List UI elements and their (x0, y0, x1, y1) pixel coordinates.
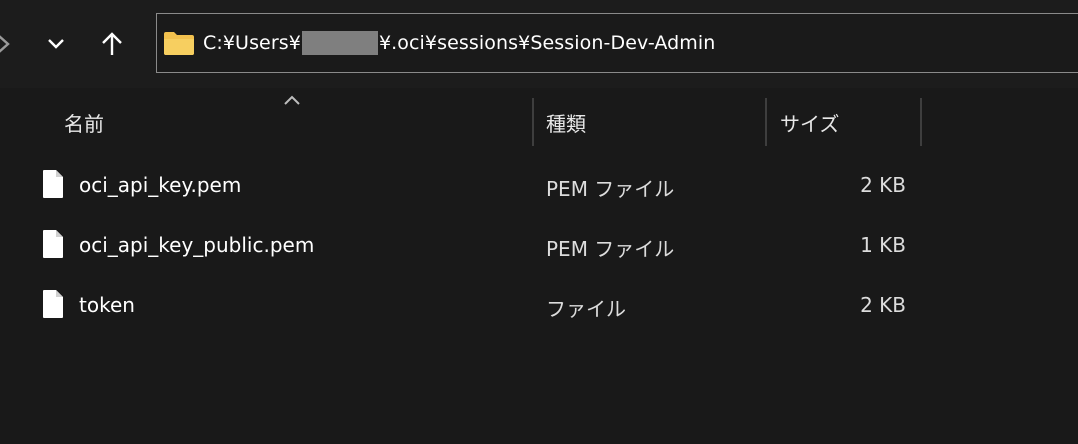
chevron-down-icon (48, 39, 64, 49)
arrow-up-icon (102, 32, 122, 55)
column-header-type[interactable]: 種類 (546, 108, 586, 137)
path-prefix: C:¥Users¥ (203, 32, 301, 54)
path-suffix: ¥.oci¥sessions¥Session-Dev-Admin (378, 32, 716, 54)
file-row[interactable]: oci_api_key.pem PEM ファイル 2 KB (0, 156, 1078, 216)
file-type: ファイル (546, 297, 626, 321)
column-header-name[interactable]: 名前 (64, 108, 104, 137)
navigation-bar: C:¥Users¥ ¥.oci¥sessions¥Session-Dev-Adm… (0, 0, 1078, 89)
address-path[interactable]: C:¥Users¥ ¥.oci¥sessions¥Session-Dev-Adm… (203, 31, 715, 55)
column-divider[interactable] (532, 98, 534, 146)
sort-ascending-icon (284, 95, 300, 105)
column-header-size[interactable]: サイズ (780, 108, 839, 137)
recent-locations-button[interactable] (38, 22, 74, 66)
column-divider[interactable] (920, 98, 922, 146)
file-name: token (79, 293, 135, 317)
file-name: oci_api_key_public.pem (79, 233, 315, 257)
file-row[interactable]: oci_api_key_public.pem PEM ファイル 1 KB (0, 216, 1078, 276)
file-explorer-window: C:¥Users¥ ¥.oci¥sessions¥Session-Dev-Adm… (0, 0, 1078, 444)
file-icon (43, 290, 63, 318)
column-header: 名前 種類 サイズ (0, 88, 1078, 150)
file-icon (43, 170, 63, 198)
file-row[interactable]: token ファイル 2 KB (0, 276, 1078, 336)
column-divider[interactable] (765, 98, 767, 146)
redacted-username (301, 31, 378, 55)
folder-icon (163, 30, 195, 56)
forward-button[interactable] (0, 22, 22, 66)
file-size: 1 KB (860, 233, 906, 257)
file-size: 2 KB (860, 293, 906, 317)
file-type: PEM ファイル (546, 177, 675, 201)
address-bar[interactable]: C:¥Users¥ ¥.oci¥sessions¥Session-Dev-Adm… (156, 13, 1078, 73)
file-icon (43, 230, 63, 258)
file-size: 2 KB (860, 173, 906, 197)
file-type: PEM ファイル (546, 237, 675, 261)
file-list: oci_api_key.pem PEM ファイル 2 KB oci_api_ke… (0, 156, 1078, 336)
file-name: oci_api_key.pem (79, 173, 242, 197)
up-button[interactable] (94, 22, 130, 66)
chevron-right-icon (0, 35, 10, 53)
